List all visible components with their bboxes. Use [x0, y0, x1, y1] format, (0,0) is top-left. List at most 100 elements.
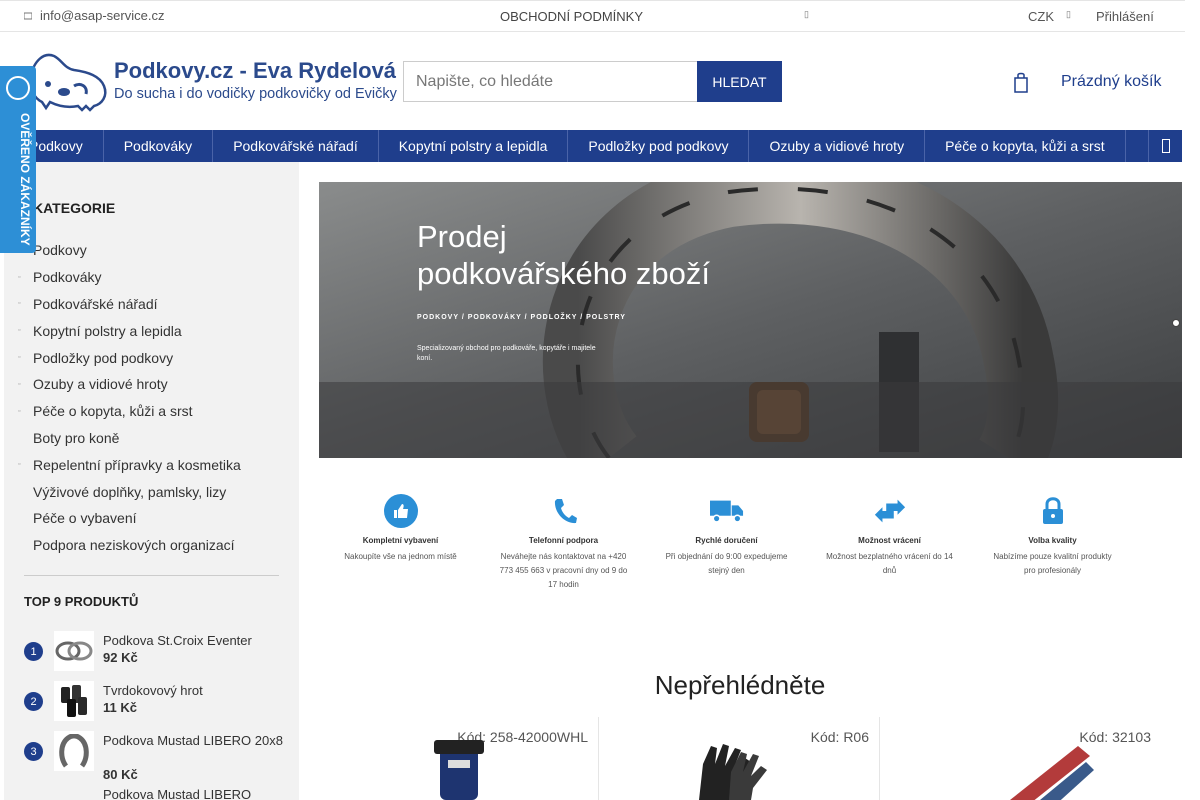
category-label[interactable]: Výživové doplňky, pamlsky, lizy [33, 484, 226, 500]
category-label[interactable]: Ozuby a vidiové hroty [33, 376, 168, 392]
sidebar-divider [24, 575, 279, 576]
category-label[interactable]: Podkovářské nářadí [33, 296, 158, 312]
top-product-item[interactable]: 3 Podkova Mustad LIBERO 20x8 80 Kč [24, 728, 284, 786]
category-label[interactable]: Kopytní polstry a lepidla [33, 323, 182, 339]
gloves-image[interactable] [689, 742, 779, 800]
category-label[interactable]: Podkovy [33, 242, 87, 258]
search-form: HLEDAT [403, 61, 782, 102]
rank-badge: 2 [24, 692, 43, 711]
exchange-icon [873, 494, 907, 528]
feature-item: Telefonní podpora Neváhejte nás kontakto… [482, 494, 645, 604]
category-item[interactable]: ▫ Ozuby a vidiové hroty [18, 371, 288, 398]
feature-desc: Nabízíme pouze kvalitní produkty pro pro… [993, 552, 1112, 575]
category-item[interactable]: Výživové doplňky, pamlsky, lizy [18, 478, 288, 505]
terms-link[interactable]: OBCHODNÍ PODMÍNKY [500, 9, 643, 24]
bullet-icon: ▫ [18, 300, 21, 308]
category-item[interactable]: ▫ Podkovářské nářadí [18, 291, 288, 318]
email-text[interactable]: info@asap-service.cz [40, 8, 164, 23]
nav-item-pece[interactable]: Péče o kopyta, kůži a srst [925, 130, 1126, 162]
product-name[interactable]: Podkova Mustad LIBERO 20x8 [103, 732, 283, 749]
rank-badge: 1 [24, 642, 43, 661]
product-thumbnail[interactable] [54, 681, 94, 721]
top-product-item[interactable]: Podkova Mustad LIBERO [24, 786, 284, 800]
banner-subline: PODKOVY / PODKOVÁKY / PODLOŽKY / POLSTRY [417, 314, 626, 321]
feature-title: Volba kvality [1028, 536, 1077, 545]
horse-logo-icon [28, 53, 107, 112]
hero-banner[interactable]: Prodej podkovářského zboží PODKOVY / POD… [319, 182, 1182, 458]
feature-title: Rychlé doručení [695, 536, 758, 545]
feature-item: Rychlé doručení Při objednání do 9:00 ex… [645, 494, 808, 604]
categories-title: KATEGORIE [33, 200, 116, 216]
nav-more-button[interactable] [1148, 130, 1182, 162]
bullet-icon: ▫ [18, 461, 21, 469]
feature-title: Možnost vrácení [858, 536, 921, 545]
site-brand: Podkovy.cz - Eva Rydelová [114, 58, 397, 83]
top-products-title: TOP 9 PRODUKTŮ [24, 594, 139, 609]
category-item[interactable]: Péče o vybavení [18, 505, 288, 532]
feature-title: Kompletní vybavení [362, 536, 439, 545]
nav-item-ozuby[interactable]: Ozuby a vidiové hroty [749, 130, 926, 162]
category-label[interactable]: Podkováky [33, 269, 101, 285]
category-item[interactable]: Podpora neziskových organizací [18, 532, 288, 559]
top-product-item[interactable]: 1 Podkova St.Croix Eventer 92 Kč [24, 628, 284, 678]
rank-badge: 3 [24, 742, 43, 761]
nav-item-naradi[interactable]: Podkovářské nářadí [213, 130, 379, 162]
chevron-down-icon[interactable]: ▯ [804, 9, 812, 19]
cart-label[interactable]: Prázdný košík [1061, 73, 1161, 91]
rasp-image[interactable] [1000, 742, 1100, 800]
login-link[interactable]: Přihlášení [1096, 9, 1154, 24]
feature-item: Kompletní vybavení Nakoupíte vše na jedn… [319, 494, 482, 604]
product-card[interactable]: Kód: 258-42000WHL [319, 717, 599, 800]
product-name[interactable]: Podkova St.Croix Eventer [103, 632, 283, 649]
category-item[interactable]: ▫ Podložky pod podkovy [18, 344, 288, 371]
category-item[interactable]: ▫ Repelentní přípravky a kosmetika [18, 451, 288, 478]
category-item[interactable]: ▫ Podkováky [18, 264, 288, 291]
search-input[interactable] [403, 61, 697, 102]
envelope-icon [24, 12, 32, 19]
search-button[interactable]: HLEDAT [697, 61, 782, 102]
cart-link[interactable]: Prázdný košík [1014, 72, 1174, 96]
product-card[interactable]: Kód: R06 [599, 717, 880, 800]
category-label[interactable]: Podpora neziskových organizací [33, 537, 235, 553]
product-card[interactable]: Kód: 32103 [880, 717, 1161, 800]
product-thumbnail[interactable] [54, 631, 94, 671]
clipper-image[interactable] [424, 740, 494, 800]
site-logo[interactable]: Podkovy.cz - Eva Rydelová Do sucha i do … [24, 50, 404, 112]
product-price: 92 Kč [103, 650, 138, 665]
nav-item-podlozky[interactable]: Podložky pod podkovy [568, 130, 750, 162]
product-grid: Kód: 258-42000WHL Kód: R06 Kód: 32103 [319, 717, 1161, 800]
category-label[interactable]: Péče o kopyta, kůži a srst [33, 403, 193, 419]
category-item[interactable]: ▫Podkovy [18, 237, 288, 264]
banner-headline: Prodej podkovářského zboží [417, 218, 710, 292]
category-item[interactable]: ▫ Kopytní polstry a lepidla [18, 317, 288, 344]
top-product-item[interactable]: 2 Tvrdokovový hrot 11 Kč [24, 678, 284, 728]
category-item[interactable]: Boty pro koně [18, 425, 288, 452]
currency-selector[interactable]: CZK [1028, 9, 1054, 24]
category-label[interactable]: Péče o vybavení [33, 510, 137, 526]
bullet-icon: ▫ [18, 407, 21, 415]
feature-desc: Při objednání do 9:00 expedujeme stejný … [665, 552, 788, 575]
category-label[interactable]: Boty pro koně [33, 430, 119, 446]
bullet-icon: ▫ [18, 380, 21, 388]
product-name[interactable]: Podkova Mustad LIBERO [103, 786, 283, 800]
banner-headline-line-1: Prodej [417, 219, 507, 254]
feature-desc: Možnost bezplatného vrácení do 14 dnů [826, 552, 953, 575]
site-tagline: Do sucha i do vodičky podkovičky od Evič… [114, 86, 397, 102]
bullet-icon: ▫ [18, 327, 21, 335]
feature-desc: Nakoupíte vše na jednom místě [344, 552, 457, 561]
product-name[interactable]: Tvrdokovový hrot [103, 682, 283, 699]
banner-description: Specializovaný obchod pro podkováře, kop… [417, 345, 596, 362]
phone-icon [547, 494, 581, 528]
nav-item-podkovaky[interactable]: Podkováky [104, 130, 214, 162]
product-thumbnail[interactable] [54, 731, 94, 771]
contact-email[interactable]: info@asap-service.cz [24, 8, 164, 23]
category-label[interactable]: Podložky pod podkovy [33, 350, 173, 366]
category-item[interactable]: ▫ Péče o kopyta, kůži a srst [18, 398, 288, 425]
top-products-list: 1 Podkova St.Croix Eventer 92 Kč 2 Tvrdo… [24, 628, 284, 800]
carousel-dot[interactable] [1172, 319, 1180, 327]
category-label[interactable]: Repelentní přípravky a kosmetika [33, 457, 241, 473]
nav-item-polstry[interactable]: Kopytní polstry a lepidla [379, 130, 569, 162]
verified-badge[interactable]: OVĚŘENO ZÁKAZNÍKY [0, 66, 36, 253]
currency-icon[interactable]: ▯ [1066, 9, 1071, 20]
feature-item: Volba kvality Nabízíme pouze kvalitní pr… [971, 494, 1134, 604]
